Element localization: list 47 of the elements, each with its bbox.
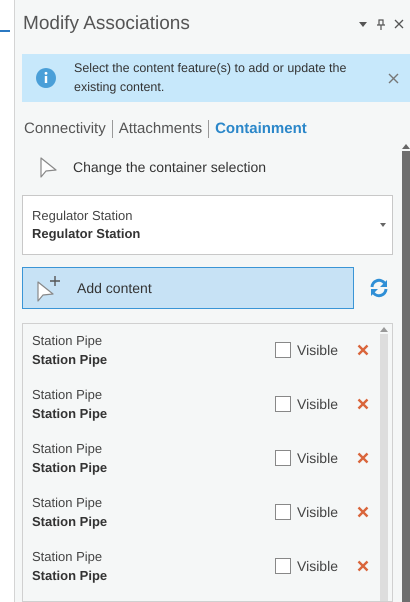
checkbox[interactable] xyxy=(275,558,291,574)
remove-icon[interactable] xyxy=(357,506,369,518)
info-icon xyxy=(36,68,56,88)
scrollbar-thumb[interactable] xyxy=(380,334,388,601)
tab[interactable]: Connectivity xyxy=(24,118,106,140)
info-message: Select the content feature(s) to add or update the existing content. xyxy=(74,60,348,96)
add-content-button[interactable]: Add content xyxy=(22,267,354,309)
feature-name: Station Pipe xyxy=(32,513,108,531)
close-icon[interactable] xyxy=(386,71,400,85)
feature-name: Regulator Station xyxy=(32,225,142,243)
tab[interactable]: Attachments xyxy=(118,118,202,140)
pointer-icon xyxy=(39,156,59,178)
pane-title: Modify Associations xyxy=(23,12,191,36)
scroll-up-icon[interactable] xyxy=(380,327,388,332)
layer-name: Station Pipe xyxy=(32,332,104,350)
layer-name: Station Pipe xyxy=(32,494,104,512)
visible-label: Visible xyxy=(297,340,338,360)
checkbox[interactable] xyxy=(275,504,291,520)
remove-icon[interactable] xyxy=(357,398,369,410)
layer-name: Station Pipe xyxy=(32,548,104,566)
pointer-plus-icon xyxy=(35,274,61,302)
layer-name: Station Pipe xyxy=(32,440,104,458)
feature-name: Station Pipe xyxy=(32,405,108,423)
container-dropdown[interactable]: Regulator Station Regulator Station xyxy=(22,195,393,255)
checkbox[interactable] xyxy=(275,396,291,412)
scrollbar-thumb[interactable] xyxy=(402,151,410,602)
remove-icon[interactable] xyxy=(357,452,369,464)
visible-label: Visible xyxy=(297,502,338,522)
remove-icon[interactable] xyxy=(357,560,369,572)
close-icon[interactable] xyxy=(392,17,406,31)
refresh-icon[interactable] xyxy=(369,278,389,298)
change-container-button[interactable]: Change the container selection xyxy=(39,153,402,181)
checkbox[interactable] xyxy=(275,342,291,358)
layer-name: Station Pipe xyxy=(32,386,104,404)
checkbox[interactable] xyxy=(275,450,291,466)
layer-name: Regulator Station xyxy=(32,207,134,225)
feature-name: Station Pipe xyxy=(32,351,108,369)
visible-label: Visible xyxy=(297,556,338,576)
remove-icon[interactable] xyxy=(357,344,369,356)
feature-name: Station Pipe xyxy=(32,567,108,585)
caret-icon xyxy=(380,223,386,227)
tab[interactable]: Containment xyxy=(215,118,307,140)
scroll-up-icon[interactable] xyxy=(402,144,410,149)
pin-icon[interactable] xyxy=(374,17,388,31)
feature-name: Station Pipe xyxy=(32,459,108,477)
visible-label: Visible xyxy=(297,448,338,468)
visible-label: Visible xyxy=(297,394,338,414)
